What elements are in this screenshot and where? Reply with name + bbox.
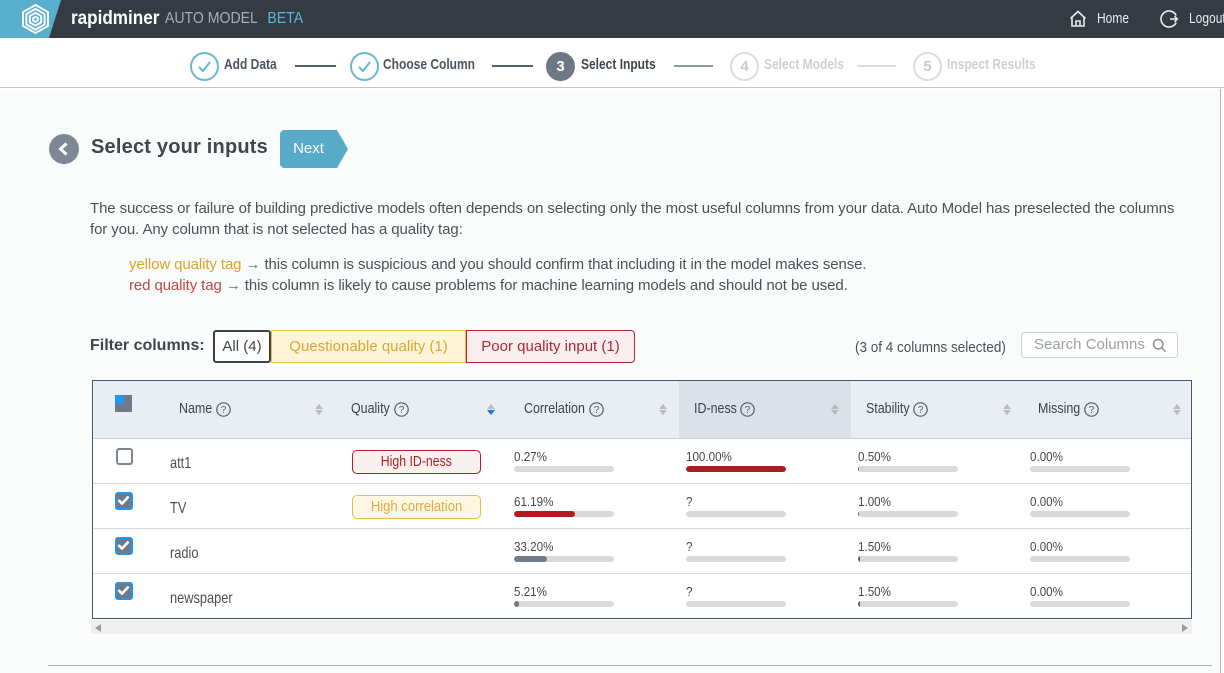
svg-text:?: ?: [398, 405, 404, 416]
svg-text:?: ?: [918, 405, 924, 416]
svg-text:?: ?: [1088, 405, 1094, 416]
svg-text:?: ?: [593, 405, 599, 416]
svg-text:?: ?: [221, 405, 227, 416]
svg-text:?: ?: [745, 405, 751, 416]
